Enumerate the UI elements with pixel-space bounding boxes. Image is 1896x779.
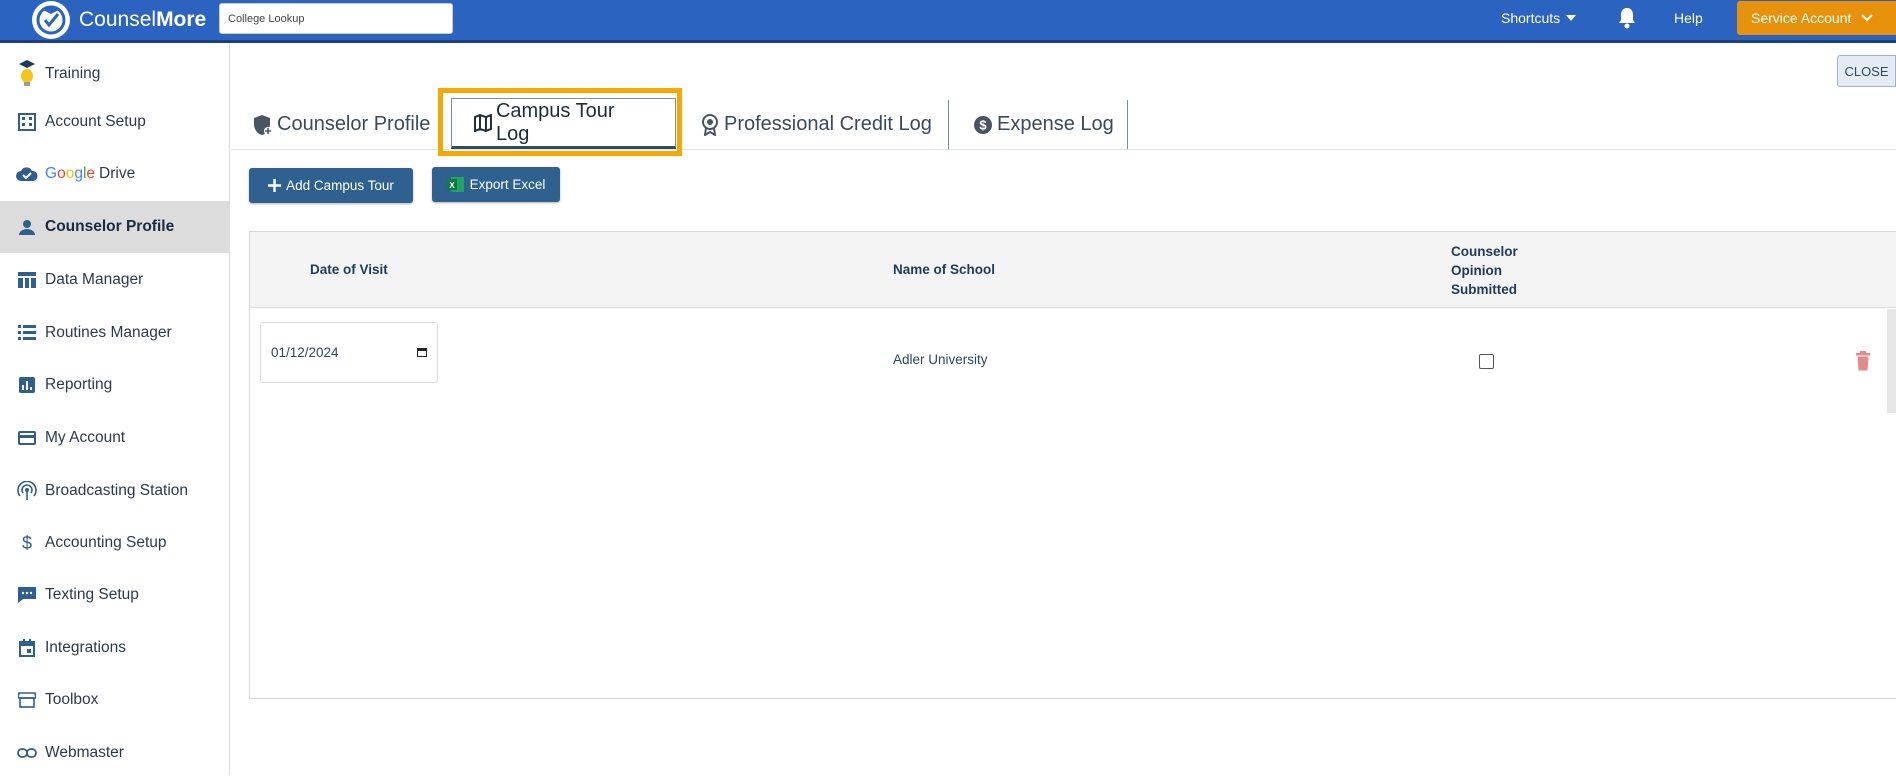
sidebar-item-webmaster[interactable]: Webmaster (0, 727, 229, 779)
date-value: 01/12/2024 (271, 345, 339, 360)
dollar-circle-icon: $ (974, 115, 992, 134)
shortcuts-label: Shortcuts (1501, 10, 1561, 26)
sidebar-item-label: Account Setup (45, 113, 146, 130)
sidebar-item-data-manager[interactable]: Data Manager (0, 254, 229, 306)
logo[interactable]: CounselMore (32, 0, 206, 40)
bell-icon[interactable] (1617, 7, 1637, 29)
college-lookup-input[interactable] (219, 3, 453, 34)
sidebar-item-texting-setup[interactable]: Texting Setup (0, 569, 229, 621)
add-campus-tour-label: Add Campus Tour (286, 178, 394, 193)
sidebar-item-toolbox[interactable]: Toolbox (0, 674, 229, 726)
sidebar-item-label: Training (45, 65, 101, 82)
graduation-lightbulb-icon (16, 60, 38, 86)
sidebar-item-account-setup[interactable]: Account Setup (0, 96, 229, 148)
chat-icon (16, 584, 38, 606)
sidebar-item-label: Counselor Profile (45, 218, 175, 235)
sidebar-item-routines-manager[interactable]: Routines Manager (0, 307, 229, 359)
caret-down-icon (1566, 15, 1577, 21)
tab-label: Campus Tour Log (495, 99, 615, 145)
table-icon (16, 269, 38, 291)
tab-professional-credit-log[interactable]: Professional Credit Log (700, 100, 949, 149)
tab-label: Expense Log (997, 113, 1114, 135)
sidebar-item-reporting[interactable]: Reporting (0, 359, 229, 411)
credit-card-icon (16, 427, 38, 449)
cloud-check-icon (16, 163, 38, 185)
map-icon (474, 113, 492, 132)
col-header-date: Date of Visit (310, 262, 388, 277)
service-account-button[interactable]: Service Account (1737, 1, 1896, 35)
school-name: Adler University (893, 352, 988, 367)
plus-icon (268, 179, 282, 192)
campus-tour-table: Date of Visit Name of School Counselor O… (249, 231, 1896, 699)
google-wordmark: Google (45, 165, 96, 182)
sidebar-item-google-drive[interactable]: Google Drive (0, 148, 229, 200)
tab-counselor-profile[interactable]: Counselor Profile (253, 100, 446, 149)
shield-plus-icon (254, 114, 272, 135)
table-header: Date of Visit Name of School Counselor O… (250, 232, 1896, 308)
col-header-school: Name of School (893, 262, 996, 277)
add-campus-tour-button[interactable]: Add Campus Tour (249, 168, 413, 203)
tab-label: Counselor Profile (277, 113, 431, 135)
sidebar-item-integrations[interactable]: Integrations (0, 622, 229, 674)
person-icon (16, 216, 38, 238)
bar-chart-icon (16, 374, 38, 396)
brand-bold: More (156, 8, 207, 31)
tab-label: Professional Credit Log (724, 113, 932, 135)
sidebar-item-broadcasting-station[interactable]: Broadcasting Station (0, 465, 229, 517)
sidebar-item-label: Toolbox (45, 691, 99, 708)
row-scrollbar[interactable] (1887, 309, 1896, 413)
top-navbar: CounselMore Shortcuts Help Service Accou… (0, 0, 1896, 43)
sidebar-item-my-account[interactable]: My Account (0, 412, 229, 464)
award-icon (702, 113, 718, 136)
broadcast-icon (16, 480, 38, 502)
sidebar-item-accounting-setup[interactable]: $ Accounting Setup (0, 517, 229, 569)
sidebar-item-label: Routines Manager (45, 324, 172, 341)
dollar-icon: $ (21, 532, 32, 553)
chevron-down-icon (1861, 14, 1874, 22)
account-label: Service Account (1751, 10, 1852, 26)
close-button[interactable]: CLOSE (1837, 55, 1896, 87)
tab-expense-log[interactable]: $ Expense Log (949, 100, 1128, 149)
sidebar-item-label: My Account (45, 429, 126, 446)
sidebar-item-label: Broadcasting Station (45, 482, 189, 499)
date-of-visit-input[interactable]: 01/12/2024 (260, 322, 438, 383)
calendar-icon (16, 637, 38, 659)
brand-light: Counsel (79, 8, 157, 31)
sidebar-item-training[interactable]: Training (0, 48, 229, 100)
shortcuts-menu[interactable]: Shortcuts (1501, 10, 1577, 26)
export-excel-label: Export Excel (469, 177, 546, 192)
sidebar-item-label: Webmaster (45, 744, 124, 761)
help-link[interactable]: Help (1674, 10, 1703, 26)
trash-icon[interactable] (1855, 351, 1871, 371)
counselmore-logo-icon (32, 1, 70, 39)
sidebar-item-label: Texting Setup (45, 586, 139, 603)
sidebar-item-label: Drive (99, 165, 136, 182)
opinion-submitted-checkbox[interactable] (1479, 354, 1494, 369)
list-icon (16, 322, 38, 344)
sidebar-item-label: Integrations (45, 639, 126, 656)
building-icon (16, 111, 38, 133)
sidebar: Training Account Setup Google Drive Coun… (0, 43, 230, 775)
calendar-picker-icon[interactable] (417, 347, 427, 357)
sidebar-item-label: Reporting (45, 376, 113, 393)
tab-campus-tour-log[interactable]: Campus Tour Log (451, 98, 676, 149)
excel-icon: X (446, 177, 464, 192)
store-icon (16, 689, 38, 711)
svg-text:X: X (449, 181, 455, 190)
sidebar-item-counselor-profile[interactable]: Counselor Profile (0, 201, 229, 253)
sidebar-item-label: Accounting Setup (45, 534, 167, 551)
col-header-opinion: Counselor Opinion Submitted (1451, 244, 1518, 297)
export-excel-button[interactable]: X Export Excel (432, 167, 560, 202)
svg-text:$: $ (979, 117, 987, 132)
sidebar-item-label: Data Manager (45, 271, 144, 288)
link-icon (16, 742, 38, 764)
